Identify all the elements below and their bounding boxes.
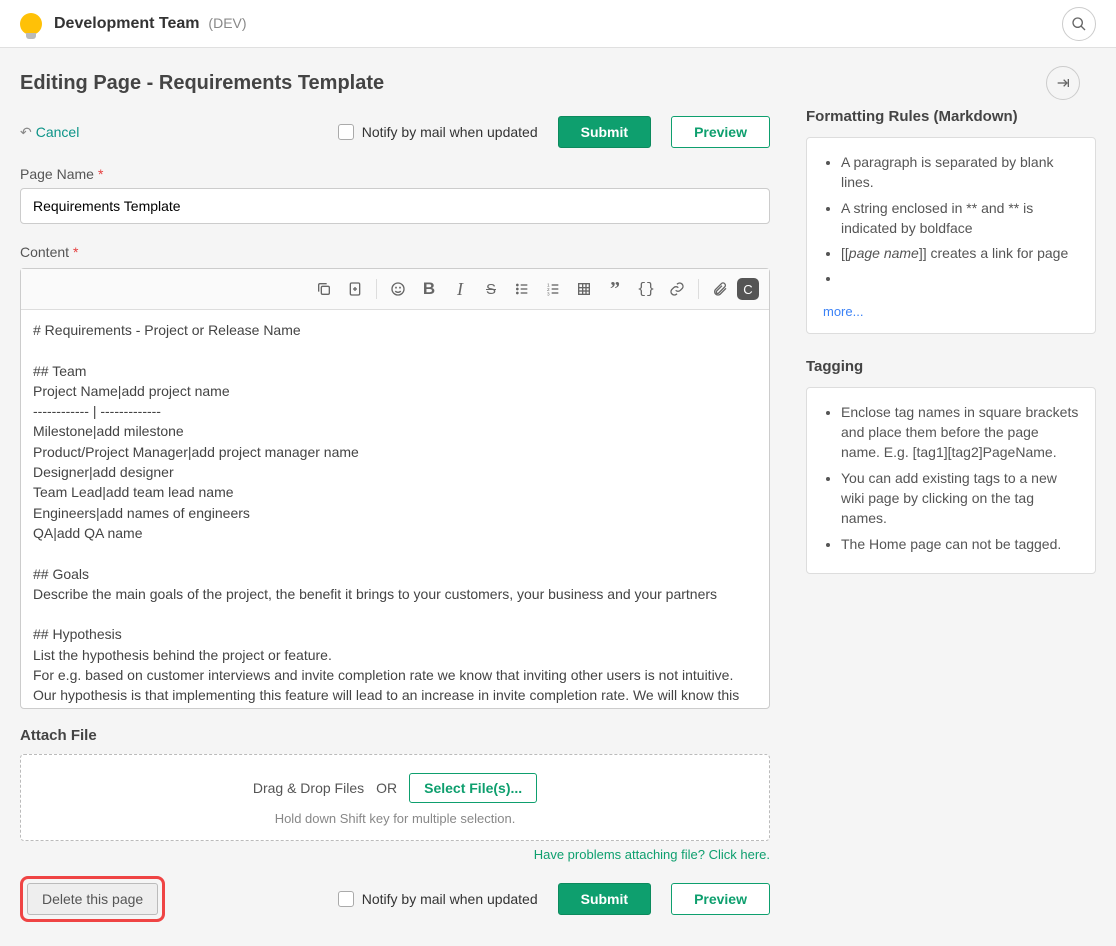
delete-highlight: Delete this page [20,876,165,922]
dragdrop-label: Drag & Drop Files [253,780,364,796]
numbered-list-icon[interactable]: 123 [539,275,567,303]
bold-icon[interactable]: B [415,275,443,303]
arrow-right-icon [1055,75,1071,91]
tagging-rule: The Home page can not be tagged. [841,534,1079,554]
preview-button-bottom[interactable]: Preview [671,883,770,915]
notify-bottom: Notify by mail when updated Submit Previ… [338,883,770,915]
cancel-link[interactable]: ↶ Cancel [20,124,79,141]
toolbar-separator [376,279,377,299]
preview-toggle-icon[interactable]: C [737,278,759,300]
collapse-sidebar-button[interactable] [1046,66,1080,100]
notify-label-bottom: Notify by mail when updated [362,891,538,907]
delete-page-button[interactable]: Delete this page [27,883,158,915]
formatting-rule: A string enclosed in ** and ** is indica… [841,198,1079,239]
lightbulb-icon [20,13,42,35]
more-link[interactable]: more... [823,304,863,319]
title-row: Editing Page - Requirements Template [20,66,1080,100]
undo-icon: ↶ [20,124,32,141]
formatting-rule [841,268,1079,288]
attach-row: Drag & Drop Files OR Select File(s)... [31,773,759,803]
top-bar-left: Development Team (DEV) [20,13,247,35]
editor-toolbar: B I S 123 ” {} [21,269,769,310]
italic-icon[interactable]: I [446,275,474,303]
quote-icon[interactable]: ” [601,275,629,303]
sidebar: Formatting Rules (Markdown) A paragraph … [806,108,1096,598]
formatting-card: A paragraph is separated by blank lines.… [806,137,1096,334]
formatting-heading: Formatting Rules (Markdown) [806,108,1096,125]
required-star: * [73,244,78,260]
tagging-rule: You can add existing tags to a new wiki … [841,468,1079,529]
svg-text:3: 3 [547,292,550,297]
attach-dropzone[interactable]: Drag & Drop Files OR Select File(s)... H… [20,754,770,841]
team-name: Development Team [54,15,200,32]
content-textarea[interactable] [21,310,769,705]
attach-hint: Hold down Shift key for multiple selecti… [31,811,759,826]
team-code: (DEV) [208,15,246,31]
bullet-list-icon[interactable] [508,275,536,303]
attachment-icon[interactable] [706,275,734,303]
top-bar: Development Team (DEV) [0,0,1116,48]
page-name-input[interactable] [20,188,770,224]
content-label: Content* [20,244,770,260]
table-icon[interactable] [570,275,598,303]
toolbar-separator [698,279,699,299]
top-action-row: ↶ Cancel Notify by mail when updated Sub… [20,116,770,148]
formatting-rule: A paragraph is separated by blank lines. [841,152,1079,193]
attach-heading: Attach File [20,727,770,744]
notify-checkbox-bottom[interactable] [338,891,354,907]
page-title: Editing Page - Requirements Template [20,72,384,95]
notify-top: Notify by mail when updated Submit Previ… [338,116,770,148]
copy-icon[interactable] [310,275,338,303]
search-icon [1071,16,1087,32]
page-name-label: Page Name* [20,166,770,182]
attach-problem-link[interactable]: Have problems attaching file? Click here… [20,847,770,862]
required-star: * [98,166,103,182]
emoji-icon[interactable] [384,275,412,303]
select-files-button[interactable]: Select File(s)... [409,773,537,803]
notify-label-top: Notify by mail when updated [362,124,538,140]
or-label: OR [376,780,397,796]
editor: B I S 123 ” {} [20,268,770,709]
formatting-rule: [[page name]] creates a link for page [841,243,1079,263]
preview-button-top[interactable]: Preview [671,116,770,148]
tagging-card: Enclose tag names in square brackets and… [806,387,1096,574]
strikethrough-icon[interactable]: S [477,275,505,303]
link-icon[interactable] [663,275,691,303]
tagging-rule: Enclose tag names in square brackets and… [841,402,1079,463]
tagging-heading: Tagging [806,358,1096,375]
search-button[interactable] [1062,7,1096,41]
submit-button-top[interactable]: Submit [558,116,651,148]
notify-checkbox-top[interactable] [338,124,354,140]
bottom-action-row: Delete this page Notify by mail when upd… [20,876,770,922]
cancel-label: Cancel [36,124,80,140]
submit-button-bottom[interactable]: Submit [558,883,651,915]
formatting-rules-list: A paragraph is separated by blank lines.… [823,152,1079,289]
tagging-rules-list: Enclose tag names in square brackets and… [823,402,1079,554]
code-block-icon[interactable]: {} [632,275,660,303]
team-title: Development Team (DEV) [54,15,247,33]
new-doc-icon[interactable] [341,275,369,303]
